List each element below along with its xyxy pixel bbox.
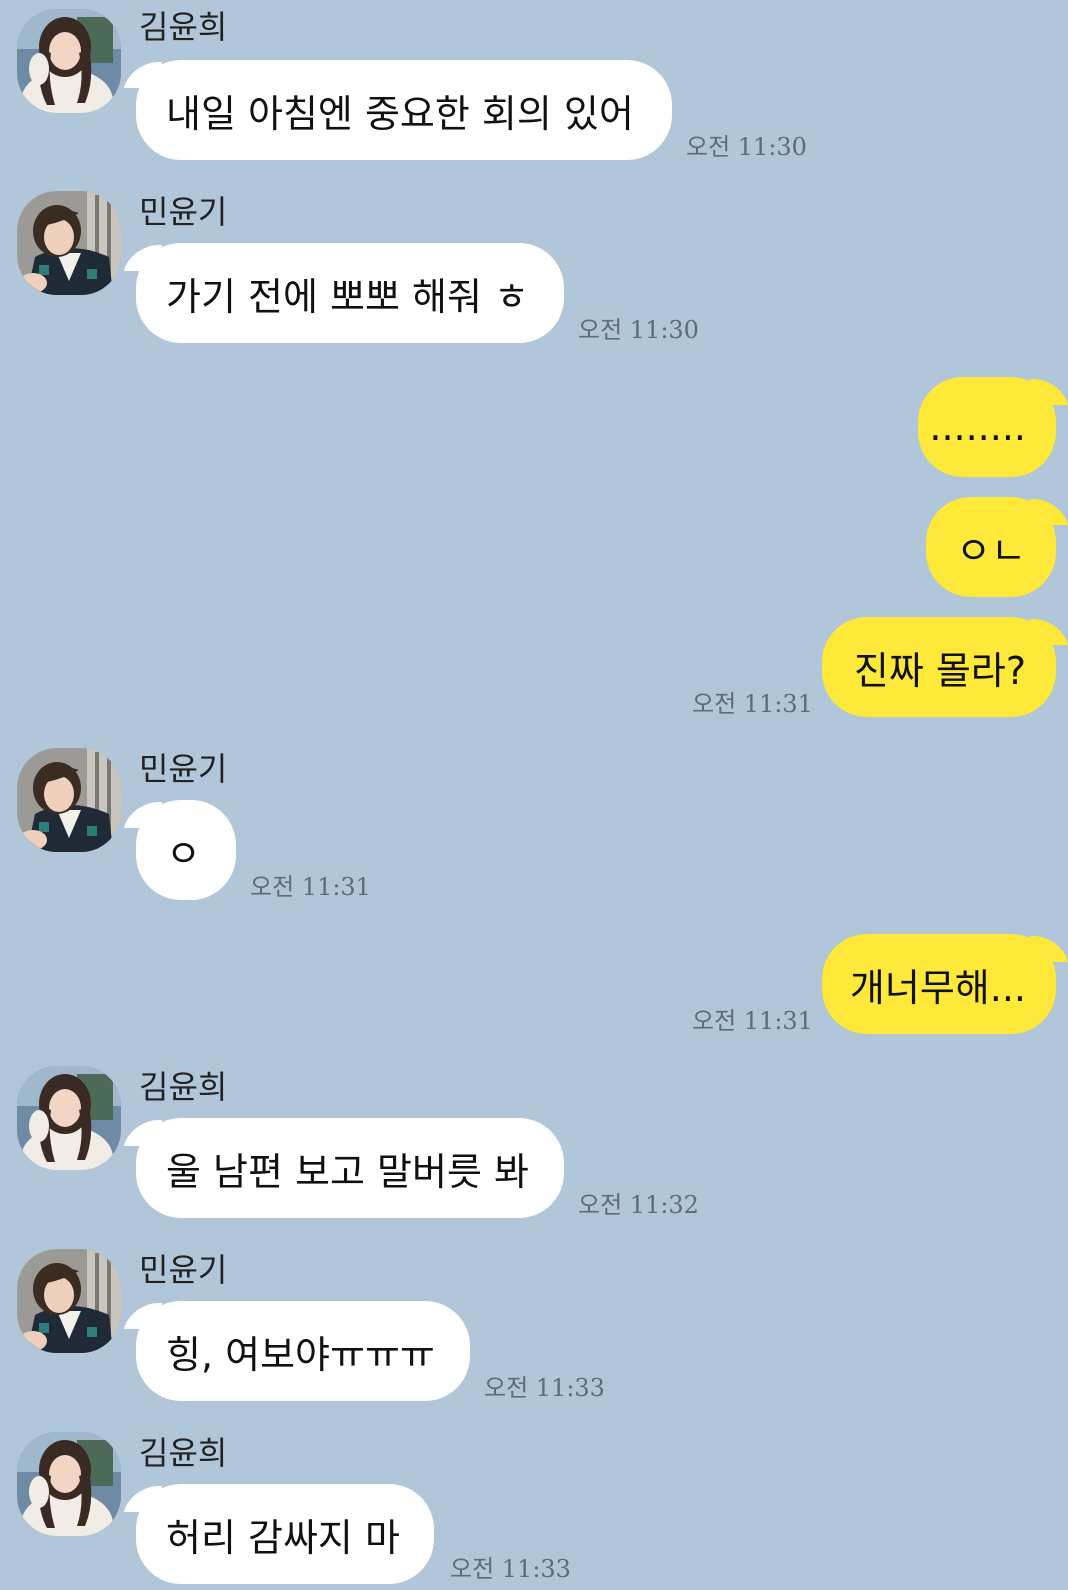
- sender-name: 김윤희: [139, 8, 228, 46]
- message-text: ㅇㄴ: [956, 528, 1026, 573]
- message-timestamp: 오전 11:30: [578, 316, 699, 344]
- message-text: 내일 아침엔 중요한 회의 있어: [166, 91, 634, 136]
- profile-photo-girl-icon[interactable]: [17, 1066, 121, 1170]
- incoming-message-bubble[interactable]: 허리 감싸지 마: [136, 1484, 434, 1584]
- message-timestamp: 오전 11:33: [450, 1555, 571, 1583]
- sender-name: 민윤기: [139, 750, 228, 788]
- profile-photo-boy-icon[interactable]: [17, 748, 121, 852]
- profile-photo-girl-icon[interactable]: [17, 9, 121, 113]
- outgoing-message-bubble[interactable]: 진짜 몰라?: [822, 617, 1056, 717]
- chat-message-list[interactable]: 김윤희 내일 아침엔 중요한 회의 있어 오전 11:30 민윤기 가기 전에 …: [0, 0, 1068, 1590]
- sender-name: 김윤희: [139, 1434, 228, 1472]
- message-text: 진짜 몰라?: [853, 648, 1026, 693]
- message-text: 울 남편 보고 말버릇 봐: [166, 1149, 529, 1194]
- incoming-message-bubble[interactable]: 울 남편 보고 말버릇 봐: [136, 1118, 564, 1218]
- message-timestamp: 오전 11:30: [686, 133, 807, 161]
- message-timestamp: 오전 11:32: [578, 1191, 699, 1219]
- sender-name: 김윤희: [139, 1068, 228, 1106]
- sender-name: 민윤기: [139, 193, 228, 231]
- message-timestamp: 오전 11:31: [692, 1007, 813, 1035]
- message-text: 개너무해...: [849, 965, 1026, 1010]
- message-timestamp: 오전 11:31: [250, 873, 371, 901]
- outgoing-message-bubble[interactable]: ........: [918, 377, 1056, 477]
- message-timestamp: 오전 11:33: [484, 1374, 605, 1402]
- message-text: ㅇ: [166, 831, 201, 876]
- incoming-message-bubble[interactable]: 가기 전에 뽀뽀 해줘 ㅎ: [136, 243, 564, 343]
- incoming-message-bubble[interactable]: ㅇ: [136, 800, 236, 900]
- message-timestamp: 오전 11:31: [692, 690, 813, 718]
- incoming-message-bubble[interactable]: 힝, 여보야ㅠㅠㅠ: [136, 1301, 470, 1401]
- message-text: 힝, 여보야ㅠㅠㅠ: [166, 1332, 435, 1377]
- profile-photo-boy-icon[interactable]: [17, 1249, 121, 1353]
- profile-photo-girl-icon[interactable]: [17, 1432, 121, 1536]
- message-text: 가기 전에 뽀뽀 해줘 ㅎ: [166, 274, 529, 319]
- outgoing-message-bubble[interactable]: ㅇㄴ: [926, 497, 1056, 597]
- sender-name: 민윤기: [139, 1251, 228, 1289]
- profile-photo-boy-icon[interactable]: [17, 191, 121, 295]
- message-text: ........: [929, 405, 1026, 449]
- outgoing-message-bubble[interactable]: 개너무해...: [822, 934, 1056, 1034]
- message-text: 허리 감싸지 마: [166, 1515, 400, 1560]
- incoming-message-bubble[interactable]: 내일 아침엔 중요한 회의 있어: [136, 60, 672, 160]
